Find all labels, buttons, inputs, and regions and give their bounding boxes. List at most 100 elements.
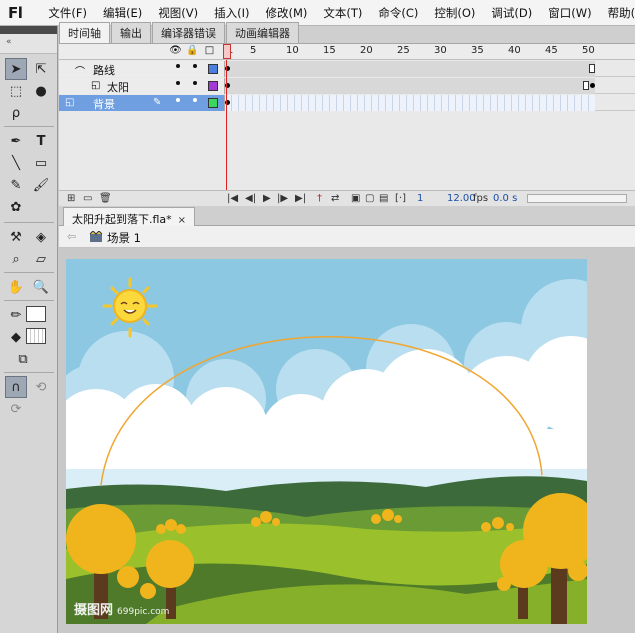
- frame-rate[interactable]: 12.00: [447, 193, 476, 204]
- center-frame-icon[interactable]: †: [317, 193, 322, 204]
- next-frame-icon[interactable]: |▶: [277, 193, 288, 204]
- layer-name[interactable]: 太阳: [107, 79, 129, 95]
- loop-icon[interactable]: ⇄: [331, 193, 339, 204]
- pencil-icon: ✎: [153, 97, 162, 108]
- back-arrow-icon[interactable]: ⇦: [67, 230, 76, 243]
- layer-icon: ◱: [65, 97, 75, 108]
- brush-tool-icon[interactable]: 🖌: [30, 174, 52, 196]
- playhead[interactable]: [223, 44, 231, 59]
- lock-dot[interactable]: [193, 81, 197, 85]
- layer-frames[interactable]: [225, 61, 595, 77]
- lasso-tool-icon[interactable]: ρ: [5, 102, 27, 124]
- lock-dot[interactable]: [193, 98, 197, 102]
- pencil-tool-icon[interactable]: ✎: [5, 174, 27, 196]
- guide-layer-icon: ⌒: [75, 67, 85, 78]
- layer-outline-color[interactable]: [208, 81, 218, 91]
- end-frame[interactable]: [589, 64, 595, 73]
- smooth-icon[interactable]: ⟲: [30, 376, 52, 398]
- menu-window[interactable]: 窗口(W): [540, 5, 599, 21]
- timeline-header: 👁 🔒 □ 1 5 10 15 20 25 30 35 40 45 50: [59, 44, 635, 60]
- menu-commands[interactable]: 命令(C): [370, 5, 426, 21]
- visibility-dot[interactable]: [176, 81, 180, 85]
- onion-skin-icon[interactable]: ▣: [351, 193, 360, 204]
- deco-tool-icon[interactable]: ✿: [5, 196, 27, 218]
- snap-to-objects-icon[interactable]: ∩: [5, 376, 27, 398]
- timeline-hscrollbar[interactable]: [527, 194, 627, 203]
- lock-dot[interactable]: [193, 64, 197, 68]
- close-icon[interactable]: ×: [178, 215, 186, 226]
- menu-view[interactable]: 视图(V): [150, 5, 206, 21]
- frame-ruler[interactable]: 1 5 10 15 20 25 30 35 40 45 50: [225, 44, 631, 60]
- menu-edit[interactable]: 编辑(E): [95, 5, 150, 21]
- pen-tool-icon[interactable]: ✒: [5, 130, 27, 152]
- lock-all-icon[interactable]: 🔒: [184, 45, 201, 56]
- show-hide-all-icon[interactable]: 👁: [167, 45, 184, 56]
- eraser-tool-icon[interactable]: ▱: [30, 248, 52, 270]
- toolbox-divider: [4, 372, 54, 373]
- visibility-dot[interactable]: [176, 98, 180, 102]
- rectangle-tool-icon[interactable]: ▭: [30, 152, 52, 174]
- onion-outline-icon[interactable]: ▢: [365, 193, 374, 204]
- layer-row[interactable]: ◱ 背景 ✎: [59, 95, 635, 111]
- hand-tool-icon[interactable]: ✋: [5, 276, 27, 298]
- tab-timeline[interactable]: 时间轴: [59, 22, 110, 43]
- subselection-tool-icon[interactable]: ⇱: [30, 58, 52, 80]
- first-frame-icon[interactable]: |◀: [227, 193, 238, 204]
- swap-colors-icon[interactable]: ⧉: [12, 348, 34, 370]
- prev-frame-icon[interactable]: ◀|: [245, 193, 256, 204]
- modify-markers-icon[interactable]: [·]: [395, 193, 406, 204]
- line-tool-icon[interactable]: ╲: [5, 152, 27, 174]
- outline-all-icon[interactable]: □: [201, 45, 218, 56]
- eyedropper-tool-icon[interactable]: ⌕: [5, 248, 27, 270]
- layer-name[interactable]: 背景: [93, 96, 115, 112]
- toolbox-collapse-bar[interactable]: «: [0, 34, 57, 54]
- toolbox-divider: [4, 126, 54, 127]
- new-folder-icon[interactable]: ▭: [83, 193, 92, 204]
- layer-outline-color[interactable]: [208, 64, 218, 74]
- visibility-dot[interactable]: [176, 64, 180, 68]
- menu-control[interactable]: 控制(O): [426, 5, 483, 21]
- fill-color-icon[interactable]: ◆: [5, 326, 27, 348]
- ruler-label: 45: [545, 45, 558, 56]
- paint-bucket-tool-icon[interactable]: ◈: [30, 226, 52, 248]
- pasteboard[interactable]: 摄图网 699pic.com: [59, 248, 635, 633]
- layer-frames[interactable]: [225, 78, 595, 94]
- current-frame[interactable]: 1: [417, 193, 423, 204]
- menu-modify[interactable]: 修改(M): [257, 5, 315, 21]
- menu-insert[interactable]: 插入(I): [206, 5, 257, 21]
- straighten-icon[interactable]: ⟳: [5, 398, 27, 420]
- zoom-tool-icon[interactable]: 🔍: [30, 276, 52, 298]
- 3d-rotation-tool-icon[interactable]: ●: [30, 80, 52, 102]
- menu-file[interactable]: 文件(F): [40, 5, 95, 21]
- layer-row[interactable]: ◱ 太阳: [59, 78, 635, 94]
- ruler-label: 40: [508, 45, 521, 56]
- last-frame-icon[interactable]: ▶|: [295, 193, 306, 204]
- new-layer-icon[interactable]: ⊞: [67, 193, 75, 204]
- end-frame[interactable]: [583, 81, 589, 90]
- layer-frames[interactable]: [225, 95, 595, 111]
- tab-output[interactable]: 输出: [111, 22, 151, 43]
- stroke-color-icon[interactable]: ✏: [5, 304, 27, 326]
- play-icon[interactable]: ▶: [263, 193, 271, 204]
- document-tab[interactable]: 太阳升起到落下.fla* ×: [63, 207, 196, 226]
- free-transform-tool-icon[interactable]: ⬚: [5, 80, 27, 102]
- menu-debug[interactable]: 调试(D): [483, 5, 540, 21]
- tab-motion-editor[interactable]: 动画编辑器: [226, 22, 299, 43]
- layer-outline-color[interactable]: [208, 98, 218, 108]
- stroke-color-swatch[interactable]: [26, 306, 46, 322]
- layer-row[interactable]: ⌒ 路线: [59, 61, 635, 78]
- menu-help[interactable]: 帮助(H): [600, 5, 635, 21]
- bone-tool-icon[interactable]: ⚒: [5, 226, 27, 248]
- edit-multiple-icon[interactable]: ▤: [379, 193, 388, 204]
- text-tool-icon[interactable]: T: [30, 130, 52, 152]
- delete-layer-icon[interactable]: 🗑: [99, 193, 112, 204]
- keyframe[interactable]: [590, 83, 595, 88]
- scene-label[interactable]: 场景 1: [107, 230, 141, 246]
- layer-name[interactable]: 路线: [93, 62, 115, 78]
- fill-color-swatch[interactable]: [26, 328, 46, 344]
- edit-bar: ⇦ 场景 1: [59, 226, 635, 248]
- stage[interactable]: 摄图网 699pic.com: [66, 259, 587, 624]
- selection-tool-icon[interactable]: ➤: [5, 58, 27, 80]
- tab-compiler-errors[interactable]: 编译器错误: [152, 22, 225, 43]
- menu-text[interactable]: 文本(T): [315, 5, 370, 21]
